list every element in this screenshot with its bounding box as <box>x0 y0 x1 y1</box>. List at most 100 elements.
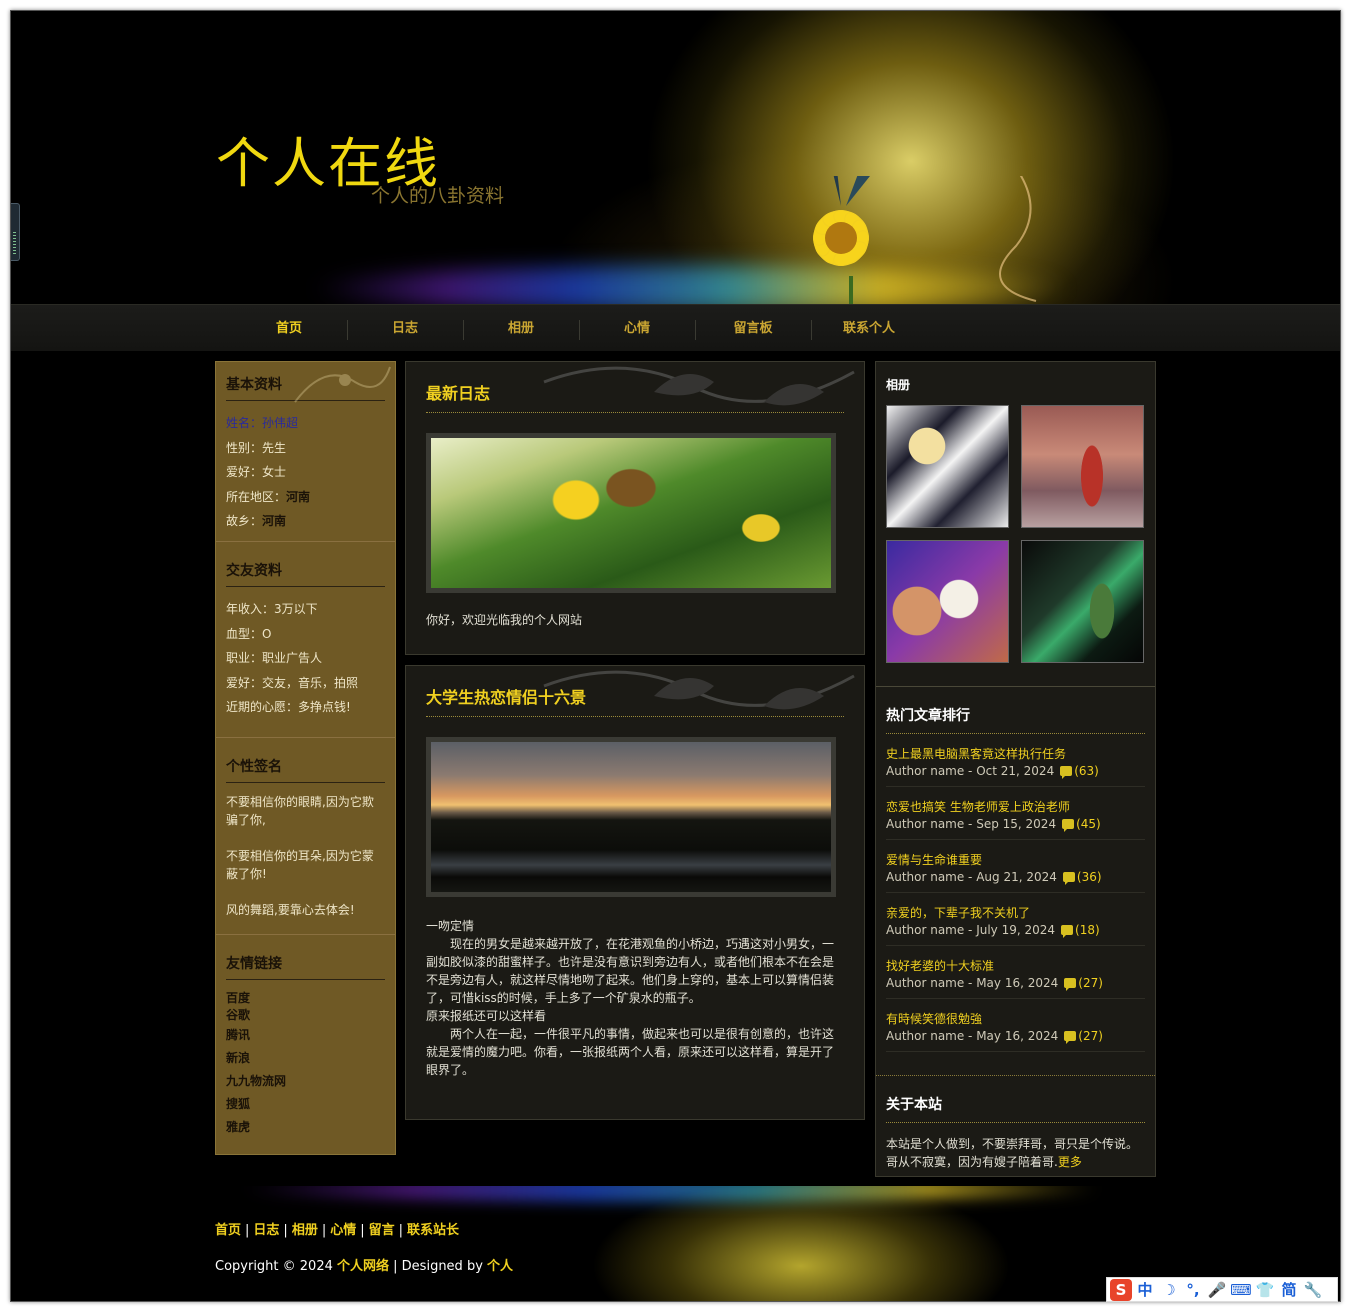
moon-icon[interactable]: ☽ <box>1158 1281 1180 1299</box>
friend-row-hobby: 爱好：交友，音乐，拍照 <box>226 675 359 690</box>
main-nav: 首页 日志 相册 心情 留言板 联系个人 <box>11 304 1340 352</box>
hot-article-link[interactable]: 爱情与生命谁重要 <box>886 852 1145 869</box>
hot-articles-heading: 热门文章排行 <box>886 705 1145 734</box>
hot-article-link[interactable]: 恋爱也搞笑 生物老师爱上政治老师 <box>886 799 1145 816</box>
post-title[interactable]: 大学生热恋情侣十六景 <box>426 684 844 717</box>
friend-row-wish: 近期的心愿：多挣点钱! <box>226 700 351 714</box>
friend-links-section: 友情链接 百度 谷歌 腾讯 新浪 九九物流网 搜狐 雅虎 <box>216 935 395 1147</box>
nav-item-mood[interactable]: 心情 <box>579 305 695 352</box>
hot-article-link[interactable]: 有時候笑德很勉強 <box>886 1011 1145 1028</box>
basic-info-section: 基本资料 姓名：孙伟超 性别：先生 爱好：女士 所在地区：河南 故乡：河南 <box>216 362 395 542</box>
info-row-region: 所在地区：河南 <box>226 489 311 504</box>
post-text: 你好，欢迎光临我的个人网站 <box>426 613 583 627</box>
more-link[interactable]: 更多 <box>1058 1155 1082 1169</box>
hot-article-meta: Author name - May 16, 2024 (27) <box>886 976 1103 991</box>
comment-icon <box>1061 925 1074 938</box>
friend-link-yahoo[interactable]: 雅虎 <box>226 1116 385 1139</box>
footer-link-mood[interactable]: 心情 <box>330 1223 356 1238</box>
signature-section: 个性签名 不要相信你的眼睛,因为它欺骗了你, 不要相信你的耳朵,因为它蒙蔽了你!… <box>216 738 395 935</box>
hot-article-meta: Author name - May 16, 2024 (27) <box>886 1029 1103 1044</box>
friend-link-tencent[interactable]: 腾讯 <box>226 1024 385 1047</box>
comment-icon <box>1064 978 1077 991</box>
about-section: 关于本站 本站是个人做到，不要崇拜哥，哥只是个传说。哥从不寂寞，因为有嫂子陪着哥… <box>876 1075 1155 1171</box>
signature-line: 不要相信你的耳朵,因为它蒙蔽了你! <box>226 849 374 881</box>
friend-info-heading: 交友资料 <box>226 560 385 587</box>
side-drawer-handle[interactable] <box>11 203 20 261</box>
album-heading: 相册 <box>886 378 911 392</box>
comment-icon <box>1062 819 1075 832</box>
post-subheading: 原来报纸还可以这样看 <box>426 1009 547 1023</box>
nav-item-album[interactable]: 相册 <box>463 305 579 352</box>
wrench-icon[interactable]: 🔧 <box>1302 1281 1324 1299</box>
microphone-icon[interactable]: 🎤 <box>1206 1281 1228 1299</box>
hot-article-link[interactable]: 亲爱的，下辈子我不关机了 <box>886 905 1145 922</box>
friend-links-heading: 友情链接 <box>226 953 385 980</box>
keyboard-icon[interactable]: ⌨ <box>1230 1281 1252 1299</box>
header-banner: 个人在线 个人的八卦资料 <box>11 11 1340 304</box>
footer-link-home[interactable]: 首页 <box>215 1223 241 1238</box>
simplified-icon[interactable]: 简 <box>1278 1279 1300 1300</box>
hot-article-meta: Author name - Aug 21, 2024 (36) <box>886 870 1102 885</box>
friend-link-99wuliu[interactable]: 九九物流网 <box>226 1070 385 1093</box>
post-title[interactable]: 最新日志 <box>426 380 844 413</box>
hot-article-item: 有時候笑德很勉強 Author name - May 16, 2024 (27) <box>886 999 1145 1052</box>
footer-link-contact[interactable]: 联系站长 <box>407 1223 459 1238</box>
post-card: 最新日志 你好，欢迎光临我的个人网站 <box>405 361 865 655</box>
hot-articles-section: 热门文章排行 史上最黑电脑黑客竟这样执行任务 Author name - Oct… <box>876 686 1155 1075</box>
friend-link-sohu[interactable]: 搜狐 <box>226 1093 385 1116</box>
about-heading: 关于本站 <box>886 1094 1145 1123</box>
album-thumbnail[interactable] <box>886 540 1009 663</box>
post-subheading: 一吻定情 <box>426 919 475 933</box>
comment-icon <box>1062 872 1075 885</box>
album-section: 相册 <box>876 376 1155 686</box>
post-image-frame <box>426 737 836 897</box>
nav-item-guestbook[interactable]: 留言板 <box>695 305 811 352</box>
footer-link-guestbook[interactable]: 留言 <box>369 1223 395 1238</box>
album-thumbnail[interactable] <box>1021 405 1144 528</box>
site-name-link[interactable]: 个人网络 <box>337 1259 389 1274</box>
sogou-logo-icon[interactable]: S <box>1110 1278 1132 1301</box>
signature-line: 不要相信你的眼睛,因为它欺骗了你, <box>226 795 374 827</box>
nav-item-home[interactable]: 首页 <box>231 305 347 352</box>
friend-row-blood: 血型：O <box>226 626 272 641</box>
footer-link-blog[interactable]: 日志 <box>253 1223 279 1238</box>
nav-item-contact[interactable]: 联系个人 <box>811 305 927 352</box>
butterfly-flower-illustration <box>813 176 1037 304</box>
copyright: Copyright © 2024 个人网络 | Designed by 个人 <box>215 1259 514 1274</box>
friend-row-income: 年收入：3万以下 <box>226 602 318 616</box>
nav-item-blog[interactable]: 日志 <box>347 305 463 352</box>
chinese-mode-icon[interactable]: 中 <box>1134 1279 1156 1300</box>
info-row-hometown: 故乡：河南 <box>226 514 287 528</box>
info-row-gender: 性别：先生 <box>226 440 287 455</box>
friend-link-baidu[interactable]: 百度 <box>226 990 385 1007</box>
punctuation-icon[interactable]: °, <box>1182 1281 1204 1299</box>
butterfly-photo <box>431 438 831 588</box>
hot-article-item: 亲爱的，下辈子我不关机了 Author name - July 19, 2024… <box>886 893 1145 946</box>
friend-link-google[interactable]: 谷歌 <box>226 1007 385 1024</box>
post-image-frame <box>426 433 836 593</box>
hot-article-item: 史上最黑电脑黑客竟这样执行任务 Author name - Oct 21, 20… <box>886 734 1145 787</box>
hot-article-item: 找好老婆的十大标准 Author name - May 16, 2024 (27) <box>886 946 1145 999</box>
footer-glow <box>241 1186 1141 1301</box>
friend-info-section: 交友资料 年收入：3万以下 血型：O 职业：职业广告人 爱好：交友，音乐，拍照 … <box>216 542 395 738</box>
designer-link[interactable]: 个人 <box>487 1259 513 1274</box>
browser-window: 个人在线 个人的八卦资料 首页 日志 相册 心情 留言板 联系个人 基本资料 姓… <box>10 10 1341 1302</box>
album-thumbnail[interactable] <box>886 405 1009 528</box>
hot-article-meta: Author name - July 19, 2024 (18) <box>886 923 1100 938</box>
ime-toolbar: S 中 ☽ °, 🎤 ⌨ 👕 简 🔧 <box>1106 1277 1338 1302</box>
info-row-hobby: 爱好：女士 <box>226 465 287 479</box>
hot-article-link[interactable]: 找好老婆的十大标准 <box>886 958 1145 975</box>
post-paragraph: 现在的男女是越来越开放了，在花港观鱼的小桥边，巧遇这对小男女，一副如胶似漆的甜蜜… <box>426 937 835 1005</box>
skin-icon[interactable]: 👕 <box>1254 1281 1276 1299</box>
about-text: 本站是个人做到，不要崇拜哥，哥只是个传说。哥从不寂寞，因为有嫂子陪着哥.更多 <box>886 1137 1139 1169</box>
swirl-decoration <box>294 366 391 403</box>
hot-article-meta: Author name - Oct 21, 2024 (63) <box>886 764 1099 779</box>
friend-link-sina[interactable]: 新浪 <box>226 1047 385 1070</box>
hot-article-link[interactable]: 史上最黑电脑黑客竟这样执行任务 <box>886 746 1145 763</box>
hot-article-item: 爱情与生命谁重要 Author name - Aug 21, 2024 (36) <box>886 840 1145 893</box>
album-thumbnail[interactable] <box>1021 540 1144 663</box>
left-sidebar: 基本资料 姓名：孙伟超 性别：先生 爱好：女士 所在地区：河南 故乡：河南 交友… <box>215 361 396 1155</box>
signature-heading: 个性签名 <box>226 756 385 783</box>
comment-icon <box>1060 766 1073 779</box>
footer-link-album[interactable]: 相册 <box>292 1223 318 1238</box>
